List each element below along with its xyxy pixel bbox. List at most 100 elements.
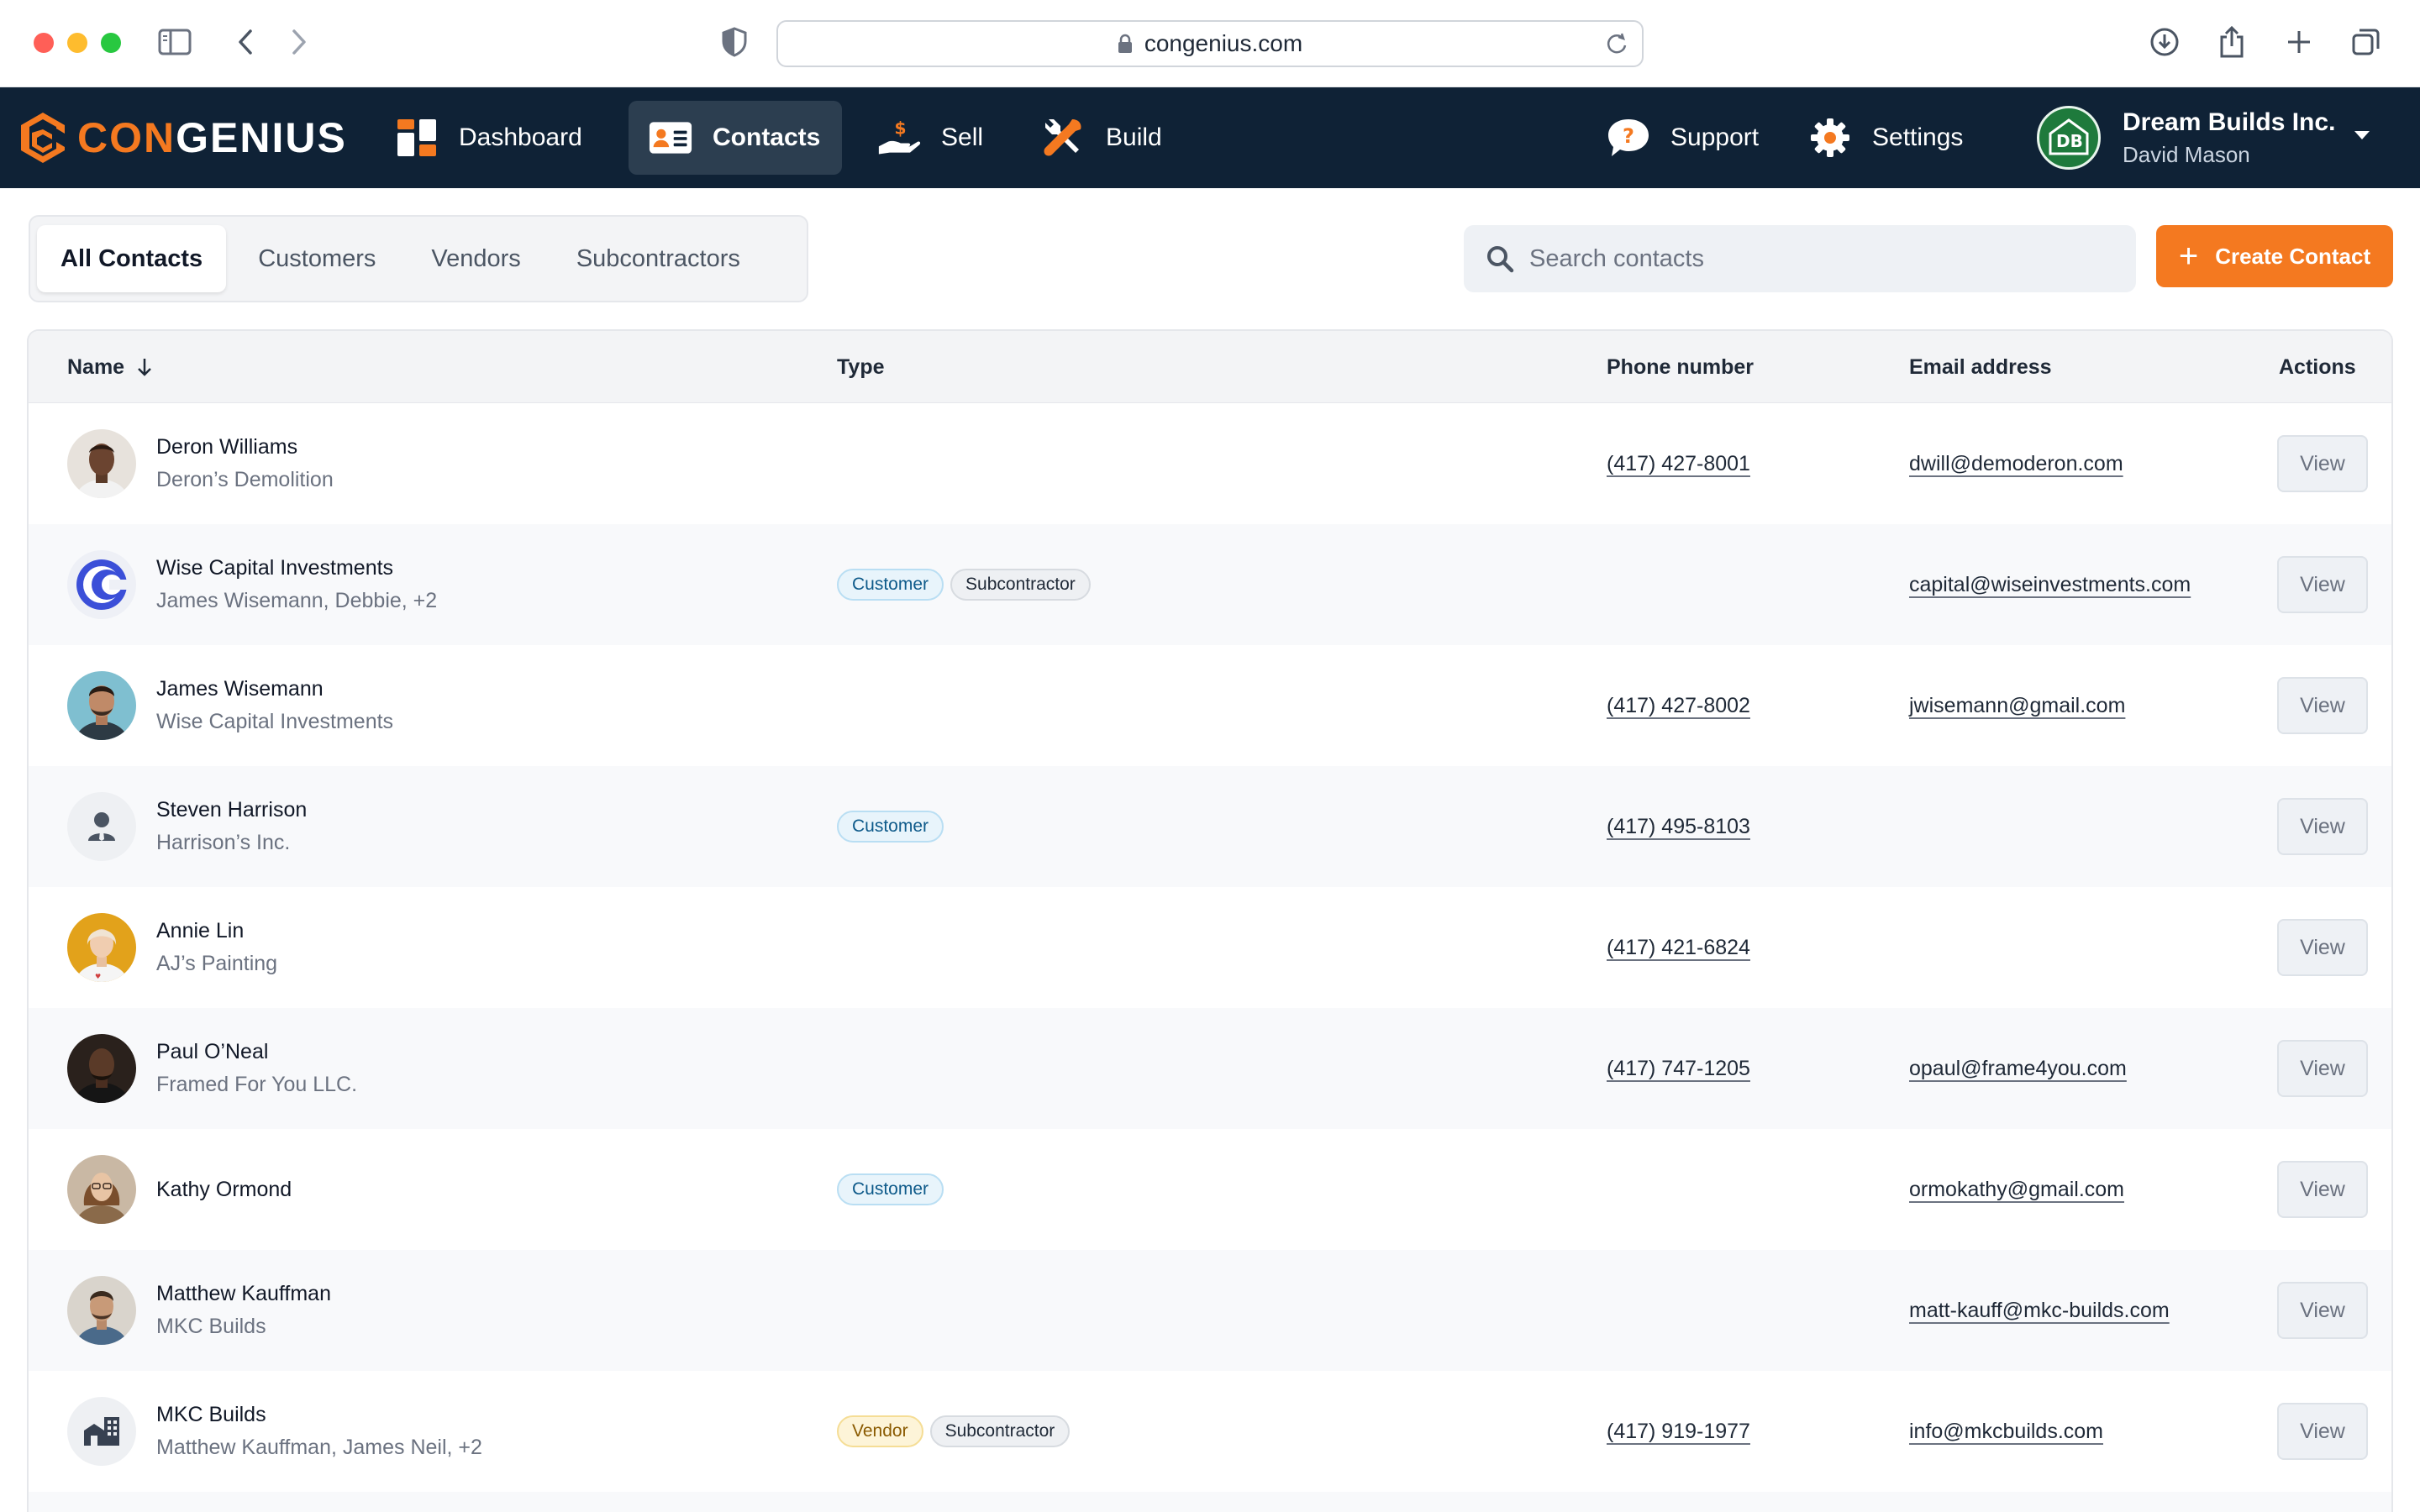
company-avatar: DB [2037, 106, 2101, 170]
contact-name[interactable]: Steven Harrison [156, 798, 307, 822]
phone-link[interactable]: (417) 919-1977 [1607, 1420, 1750, 1444]
email-link[interactable]: opaul@frame4you.com [1909, 1057, 2127, 1081]
table-row[interactable]: Deron Williams Deron’s Demolition (417) … [29, 403, 2391, 524]
tab-all-contacts[interactable]: All Contacts [37, 225, 227, 292]
phone-link[interactable]: (417) 421-6824 [1607, 936, 1750, 960]
contact-company: Framed For You LLC. [156, 1073, 358, 1096]
table-row[interactable]: Wise Capital Investments James Wisemann,… [29, 524, 2391, 645]
contact-name[interactable]: Annie Lin [156, 919, 277, 943]
gear-icon [1808, 116, 1852, 160]
avatar: ♥ [67, 913, 136, 982]
account-switcher[interactable]: DB Dream Builds Inc. David Mason [2037, 106, 2335, 170]
nav-support[interactable]: ? Support [1586, 101, 1779, 175]
email-link[interactable]: info@mkcbuilds.com [1909, 1420, 2103, 1444]
congenius-logo[interactable]: CONGENIUS [18, 111, 347, 165]
table-row[interactable]: James Wisemann Wise Capital Investments … [29, 645, 2391, 766]
email-link[interactable]: ormokathy@gmail.com [1909, 1178, 2124, 1202]
tab-subcontractors[interactable]: Subcontractors [553, 225, 764, 292]
contact-name[interactable]: Paul O’Neal [156, 1040, 357, 1064]
table-row[interactable]: Steven Harrison Harrison’s Inc. Customer… [29, 766, 2391, 887]
app-navbar: CONGENIUS Dashboard Contacts $ Sell Buil… [0, 87, 2420, 188]
view-button[interactable]: View [2277, 919, 2368, 976]
back-icon[interactable] [227, 24, 264, 60]
view-button[interactable]: View [2277, 1161, 2368, 1218]
view-button[interactable]: View [2277, 556, 2368, 613]
minimize-window-button[interactable] [67, 33, 87, 53]
contact-company: Harrison’s Inc. [156, 831, 291, 854]
contact-name[interactable]: James Wisemann [156, 677, 393, 701]
contact-name[interactable]: MKC Builds [156, 1403, 482, 1427]
nav-contacts-label: Contacts [713, 123, 821, 151]
contacts-table: Name Type Phone number Email address Act… [27, 329, 2393, 1512]
nav-settings[interactable]: Settings [1788, 101, 1983, 175]
type-badge-customer: Customer [837, 811, 944, 843]
header-name[interactable]: Name [67, 331, 153, 403]
sidebar-toggle-icon[interactable] [156, 24, 193, 60]
table-row[interactable]: MKC Builds Matthew Kauffman, James Neil,… [29, 1371, 2391, 1492]
phone-link[interactable]: (417) 747-1205 [1607, 1057, 1750, 1081]
view-button[interactable]: View [2277, 1040, 2368, 1097]
download-icon[interactable] [2146, 24, 2183, 60]
create-contact-button[interactable]: + Create Contact [2156, 225, 2393, 287]
email-link[interactable]: dwill@demoderon.com [1909, 452, 2123, 476]
view-button[interactable]: View [2277, 1403, 2368, 1460]
chevron-down-icon[interactable] [2353, 129, 2371, 145]
tab-overview-icon[interactable] [2348, 24, 2385, 60]
new-tab-icon[interactable] [2281, 24, 2317, 60]
plus-icon: + [2178, 238, 2199, 275]
nav-dashboard[interactable]: Dashboard [375, 101, 602, 175]
view-button[interactable]: View [2277, 1282, 2368, 1339]
reload-icon[interactable] [1605, 32, 1628, 55]
avatar [67, 671, 136, 740]
email-link[interactable]: jwisemann@gmail.com [1909, 694, 2125, 718]
avatar [67, 1034, 136, 1103]
table-row[interactable]: Matthew Kauffman MKC Builds matt-kauff@m… [29, 1250, 2391, 1371]
account-user-name: David Mason [2123, 141, 2250, 167]
header-name-label: Name [67, 354, 125, 379]
nav-build-label: Build [1106, 123, 1162, 151]
sort-arrow-down-icon[interactable] [136, 357, 153, 377]
header-phone: Phone number [1607, 354, 1754, 379]
type-badge-vendor: Vendor [837, 1415, 923, 1447]
table-row[interactable]: ♥ Annie Lin AJ’s Painting (417) 421-6824… [29, 887, 2391, 1008]
view-button[interactable]: View [2277, 435, 2368, 492]
tab-customers[interactable]: Customers [234, 225, 399, 292]
contact-name[interactable]: Matthew Kauffman [156, 1282, 331, 1306]
search-input[interactable] [1529, 244, 2118, 273]
svg-text:DB: DB [2056, 131, 2083, 151]
privacy-shield-icon[interactable] [716, 24, 753, 60]
svg-text:$: $ [894, 118, 906, 138]
address-bar[interactable]: congenius.com [776, 20, 1644, 67]
nav-sell[interactable]: $ Sell [857, 101, 1003, 175]
contact-name[interactable]: Deron Williams [156, 435, 334, 459]
close-window-button[interactable] [34, 33, 54, 53]
view-button[interactable]: View [2277, 677, 2368, 734]
phone-link[interactable]: (417) 427-8002 [1607, 694, 1750, 718]
logo-con-text: CON [77, 114, 176, 161]
view-button[interactable]: View [2277, 798, 2368, 855]
contact-name[interactable]: Kathy Ormond [156, 1178, 292, 1202]
email-link[interactable]: capital@wiseinvestments.com [1909, 573, 2191, 597]
contact-name[interactable]: Wise Capital Investments [156, 556, 437, 580]
table-row[interactable] [29, 1492, 2391, 1512]
nav-support-label: Support [1670, 123, 1760, 151]
create-contact-label: Create Contact [2215, 243, 2371, 269]
tab-vendors[interactable]: Vendors [408, 225, 544, 292]
company-logo-avatar [67, 550, 136, 619]
type-badge-subcontractor: Subcontractor [950, 569, 1091, 601]
forward-icon[interactable] [281, 24, 318, 60]
svg-text:?: ? [1623, 124, 1634, 148]
zoom-window-button[interactable] [101, 33, 121, 53]
email-link[interactable]: matt-kauff@mkc-builds.com [1909, 1299, 2170, 1323]
nav-dashboard-label: Dashboard [459, 123, 582, 151]
share-icon[interactable] [2213, 24, 2250, 60]
nav-contacts[interactable]: Contacts [629, 101, 842, 175]
support-chat-icon: ? [1607, 116, 1650, 160]
building-placeholder-icon [67, 1397, 136, 1466]
table-row[interactable]: Kathy Ormond Customer ormokathy@gmail.co… [29, 1129, 2391, 1250]
dashboard-icon [395, 116, 439, 160]
nav-build[interactable]: Build [1022, 101, 1182, 175]
phone-link[interactable]: (417) 427-8001 [1607, 452, 1750, 476]
table-row[interactable]: Paul O’Neal Framed For You LLC. (417) 74… [29, 1008, 2391, 1129]
phone-link[interactable]: (417) 495-8103 [1607, 815, 1750, 839]
